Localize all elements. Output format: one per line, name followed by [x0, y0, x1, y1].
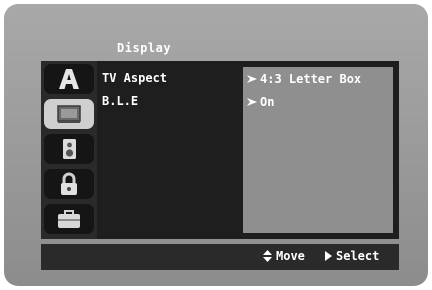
arrow-right-icon [247, 95, 257, 109]
tab-lock[interactable] [44, 169, 94, 199]
settings-panel: TV Aspect B.L.E 4:3 Letter Box On [97, 61, 399, 239]
tab-audio[interactable] [44, 134, 94, 164]
move-hint: Move [263, 249, 305, 263]
arrow-right-icon [247, 72, 257, 86]
briefcase-icon [58, 210, 80, 228]
language-A-icon [59, 69, 79, 89]
category-tabs [41, 61, 97, 239]
setup-menu-screen: Display TV Aspect B.L.E 4:3 Letter Box O… [4, 4, 428, 286]
speaker-icon [63, 139, 76, 159]
tab-others[interactable] [44, 204, 94, 234]
tab-display[interactable] [44, 99, 94, 129]
select-label: Select [336, 249, 380, 263]
select-hint: Select [325, 249, 379, 263]
setting-label-tv-aspect[interactable]: TV Aspect [102, 71, 167, 85]
tab-language[interactable] [44, 64, 94, 94]
footer-hint-bar: Move Select [41, 244, 399, 270]
right-triangle-icon [325, 251, 332, 261]
options-box: 4:3 Letter Box On [243, 67, 393, 233]
up-down-arrows-icon [263, 250, 272, 262]
padlock-icon [61, 172, 77, 195]
setting-label-ble[interactable]: B.L.E [102, 94, 138, 108]
tv-screen-icon [57, 105, 81, 123]
setting-value-ble[interactable]: On [247, 95, 274, 109]
move-label: Move [276, 249, 305, 263]
setting-value-tv-aspect[interactable]: 4:3 Letter Box [247, 72, 361, 86]
tv-aspect-value: 4:3 Letter Box [260, 72, 362, 86]
section-title: Display [117, 41, 172, 55]
ble-value: On [260, 95, 275, 109]
